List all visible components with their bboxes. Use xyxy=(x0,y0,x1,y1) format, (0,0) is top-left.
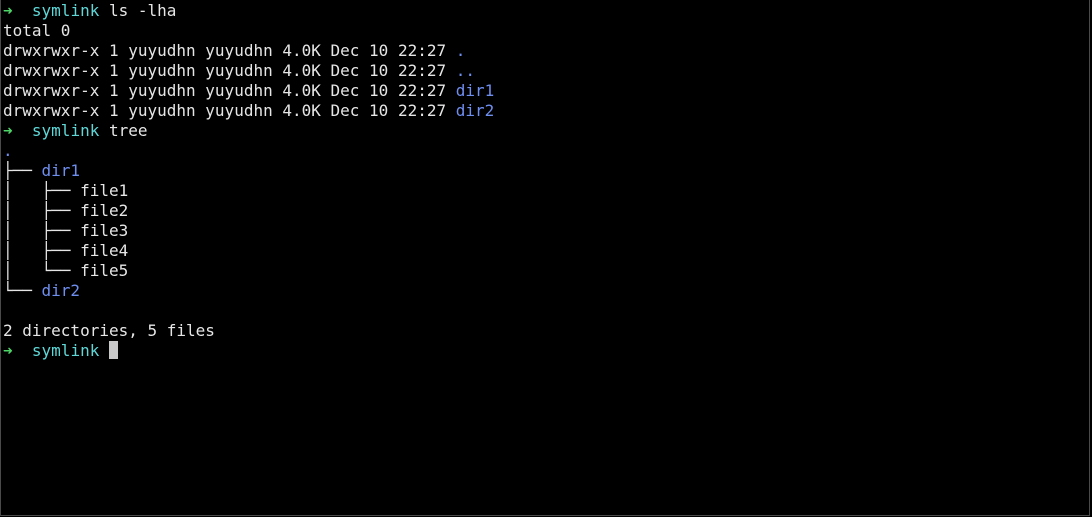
tree-file: │ ├── file3 xyxy=(3,221,1089,241)
tree-branch: ├── xyxy=(41,241,81,260)
tree-dir-name: dir2 xyxy=(41,281,81,300)
tree-branch: ├── xyxy=(41,221,81,240)
command-text: ls -lha xyxy=(108,1,177,20)
tree-file-name: file3 xyxy=(80,221,129,240)
ls-row: drwxrwxr-x 1 yuyudhn yuyudhn 4.0K Dec 10… xyxy=(3,61,1089,81)
tree-file-name: file1 xyxy=(80,181,129,200)
tree-file: │ ├── file1 xyxy=(3,181,1089,201)
tree-branch: └── xyxy=(3,281,42,300)
tree-branch: ├── xyxy=(41,181,81,200)
ls-row-name: . xyxy=(455,41,466,60)
tree-indent: │ xyxy=(3,181,42,200)
tree-file: │ ├── file2 xyxy=(3,201,1089,221)
ls-row-meta: drwxrwxr-x 1 yuyudhn yuyudhn 4.0K Dec 10… xyxy=(3,81,447,100)
ls-row: drwxrwxr-x 1 yuyudhn yuyudhn 4.0K Dec 10… xyxy=(3,101,1089,121)
prompt-line-ls: ➜ symlink ls -lha xyxy=(3,1,1089,21)
prompt-arrow-icon: ➜ xyxy=(3,1,13,20)
tree-root-name: . xyxy=(3,141,13,160)
ls-row-meta: drwxrwxr-x 1 yuyudhn yuyudhn 4.0K Dec 10… xyxy=(3,41,447,60)
prompt-cwd: symlink xyxy=(31,341,100,360)
tree-file: │ ├── file4 xyxy=(3,241,1089,261)
tree-dir2: └── dir2 xyxy=(3,281,1089,301)
tree-branch: └── xyxy=(41,261,81,280)
ls-row-meta: drwxrwxr-x 1 yuyudhn yuyudhn 4.0K Dec 10… xyxy=(3,101,447,120)
tree-indent: │ xyxy=(3,261,42,280)
tree-branch: ├── xyxy=(41,201,81,220)
tree-dir1: ├── dir1 xyxy=(3,161,1089,181)
prompt-arrow-icon: ➜ xyxy=(3,341,13,360)
text-cursor[interactable] xyxy=(108,341,118,359)
ls-row-name: dir2 xyxy=(455,101,495,120)
prompt-cwd: symlink xyxy=(31,1,100,20)
prompt-cwd: symlink xyxy=(31,121,100,140)
tree-file-name: file2 xyxy=(80,201,129,220)
prompt-line-active: ➜ symlink xyxy=(3,341,1089,361)
ls-total: total 0 xyxy=(3,21,71,40)
ls-row-name: dir1 xyxy=(455,81,495,100)
ls-row: drwxrwxr-x 1 yuyudhn yuyudhn 4.0K Dec 10… xyxy=(3,41,1089,61)
tree-file-name: file4 xyxy=(80,241,129,260)
tree-file: │ └── file5 xyxy=(3,261,1089,281)
tree-branch: ├── xyxy=(3,161,42,180)
tree-indent: │ xyxy=(3,241,42,260)
ls-row: drwxrwxr-x 1 yuyudhn yuyudhn 4.0K Dec 10… xyxy=(3,81,1089,101)
prompt-line-tree: ➜ symlink tree xyxy=(3,121,1089,141)
tree-root: . xyxy=(3,141,1089,161)
tree-indent: │ xyxy=(3,221,42,240)
terminal-window[interactable]: ➜ symlink ls -lha total 0 drwxrwxr-x 1 y… xyxy=(0,0,1090,516)
tree-indent: │ xyxy=(3,201,42,220)
tree-summary: 2 directories, 5 files xyxy=(3,321,215,340)
ls-row-meta: drwxrwxr-x 1 yuyudhn yuyudhn 4.0K Dec 10… xyxy=(3,61,447,80)
prompt-arrow-icon: ➜ xyxy=(3,121,13,140)
ls-row-name: .. xyxy=(455,61,476,80)
tree-dir-name: dir1 xyxy=(41,161,81,180)
command-text: tree xyxy=(108,121,148,140)
tree-file-name: file5 xyxy=(80,261,129,280)
